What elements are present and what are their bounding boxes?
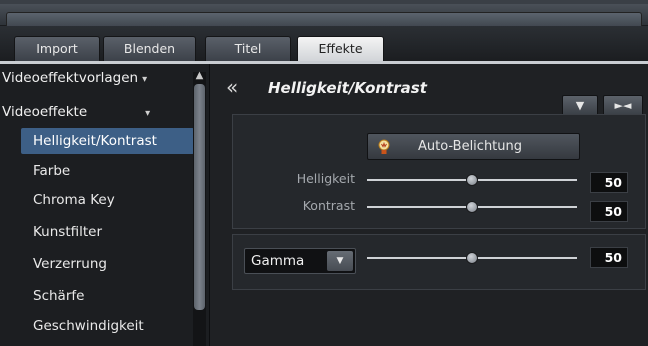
contrast-label: Kontrast <box>302 198 355 213</box>
sidebar-item-geschwindigkeit[interactable]: Geschwindigkeit <box>21 313 194 339</box>
sidebar-item-kunstfilter[interactable]: Kunstfilter <box>21 219 194 245</box>
lightbulb-icon <box>378 139 390 154</box>
tab-blenden[interactable]: Blenden <box>103 36 196 62</box>
scroll-up-icon[interactable]: ▲ <box>193 70 206 82</box>
chevron-down-icon[interactable]: ▼ <box>327 251 353 271</box>
category-videoeffektvorlagen[interactable]: Videoeffektvorlagen ▾ <box>2 67 147 89</box>
gamma-slider-knob[interactable] <box>466 252 478 264</box>
tab-effekte[interactable]: Effekte <box>297 36 384 63</box>
gamma-value[interactable]: 50 <box>590 247 628 268</box>
auto-exposure-label: Auto-Belichtung <box>418 139 523 154</box>
chevron-down-icon: ▾ <box>142 74 148 85</box>
sidebar-item-helligkeit-kontrast[interactable]: Helligkeit/Kontrast <box>21 128 194 154</box>
sidebar-item-verzerrung[interactable]: Verzerrung <box>21 251 194 277</box>
brightness-label: Helligkeit <box>296 171 355 186</box>
tab-titel[interactable]: Titel <box>205 36 291 62</box>
contrast-value[interactable]: 50 <box>590 201 628 222</box>
reset-button[interactable]: ►◄ <box>603 95 643 116</box>
sidebar-item-chroma-key[interactable]: Chroma Key <box>21 187 194 213</box>
scrollbar-thumb[interactable] <box>194 84 205 310</box>
gamma-select[interactable]: Gamma ▼ <box>244 248 356 274</box>
sidebar-item-schaerfe[interactable]: Schärfe <box>21 283 194 309</box>
category-label: Videoeffekte <box>2 104 88 120</box>
category-videoeffekte[interactable]: Videoeffekte ▾ <box>2 101 150 123</box>
brightness-slider-knob[interactable] <box>466 174 478 186</box>
effect-title: Helligkeit/Kontrast <box>268 79 427 97</box>
brightness-value[interactable]: 50 <box>590 172 628 193</box>
sidebar-item-farbe[interactable]: Farbe <box>21 158 194 184</box>
category-label: Videoeffektvorlagen <box>2 70 139 86</box>
auto-exposure-button[interactable]: Auto-Belichtung <box>367 133 580 160</box>
chevron-down-icon: ▾ <box>145 108 151 119</box>
gamma-select-label: Gamma <box>251 253 305 269</box>
tab-import[interactable]: Import <box>14 36 100 62</box>
collapse-button[interactable]: ▼ <box>562 95 598 116</box>
back-icon[interactable]: « <box>226 76 238 98</box>
contrast-slider-knob[interactable] <box>466 201 478 213</box>
toolbar-strip <box>0 4 648 30</box>
